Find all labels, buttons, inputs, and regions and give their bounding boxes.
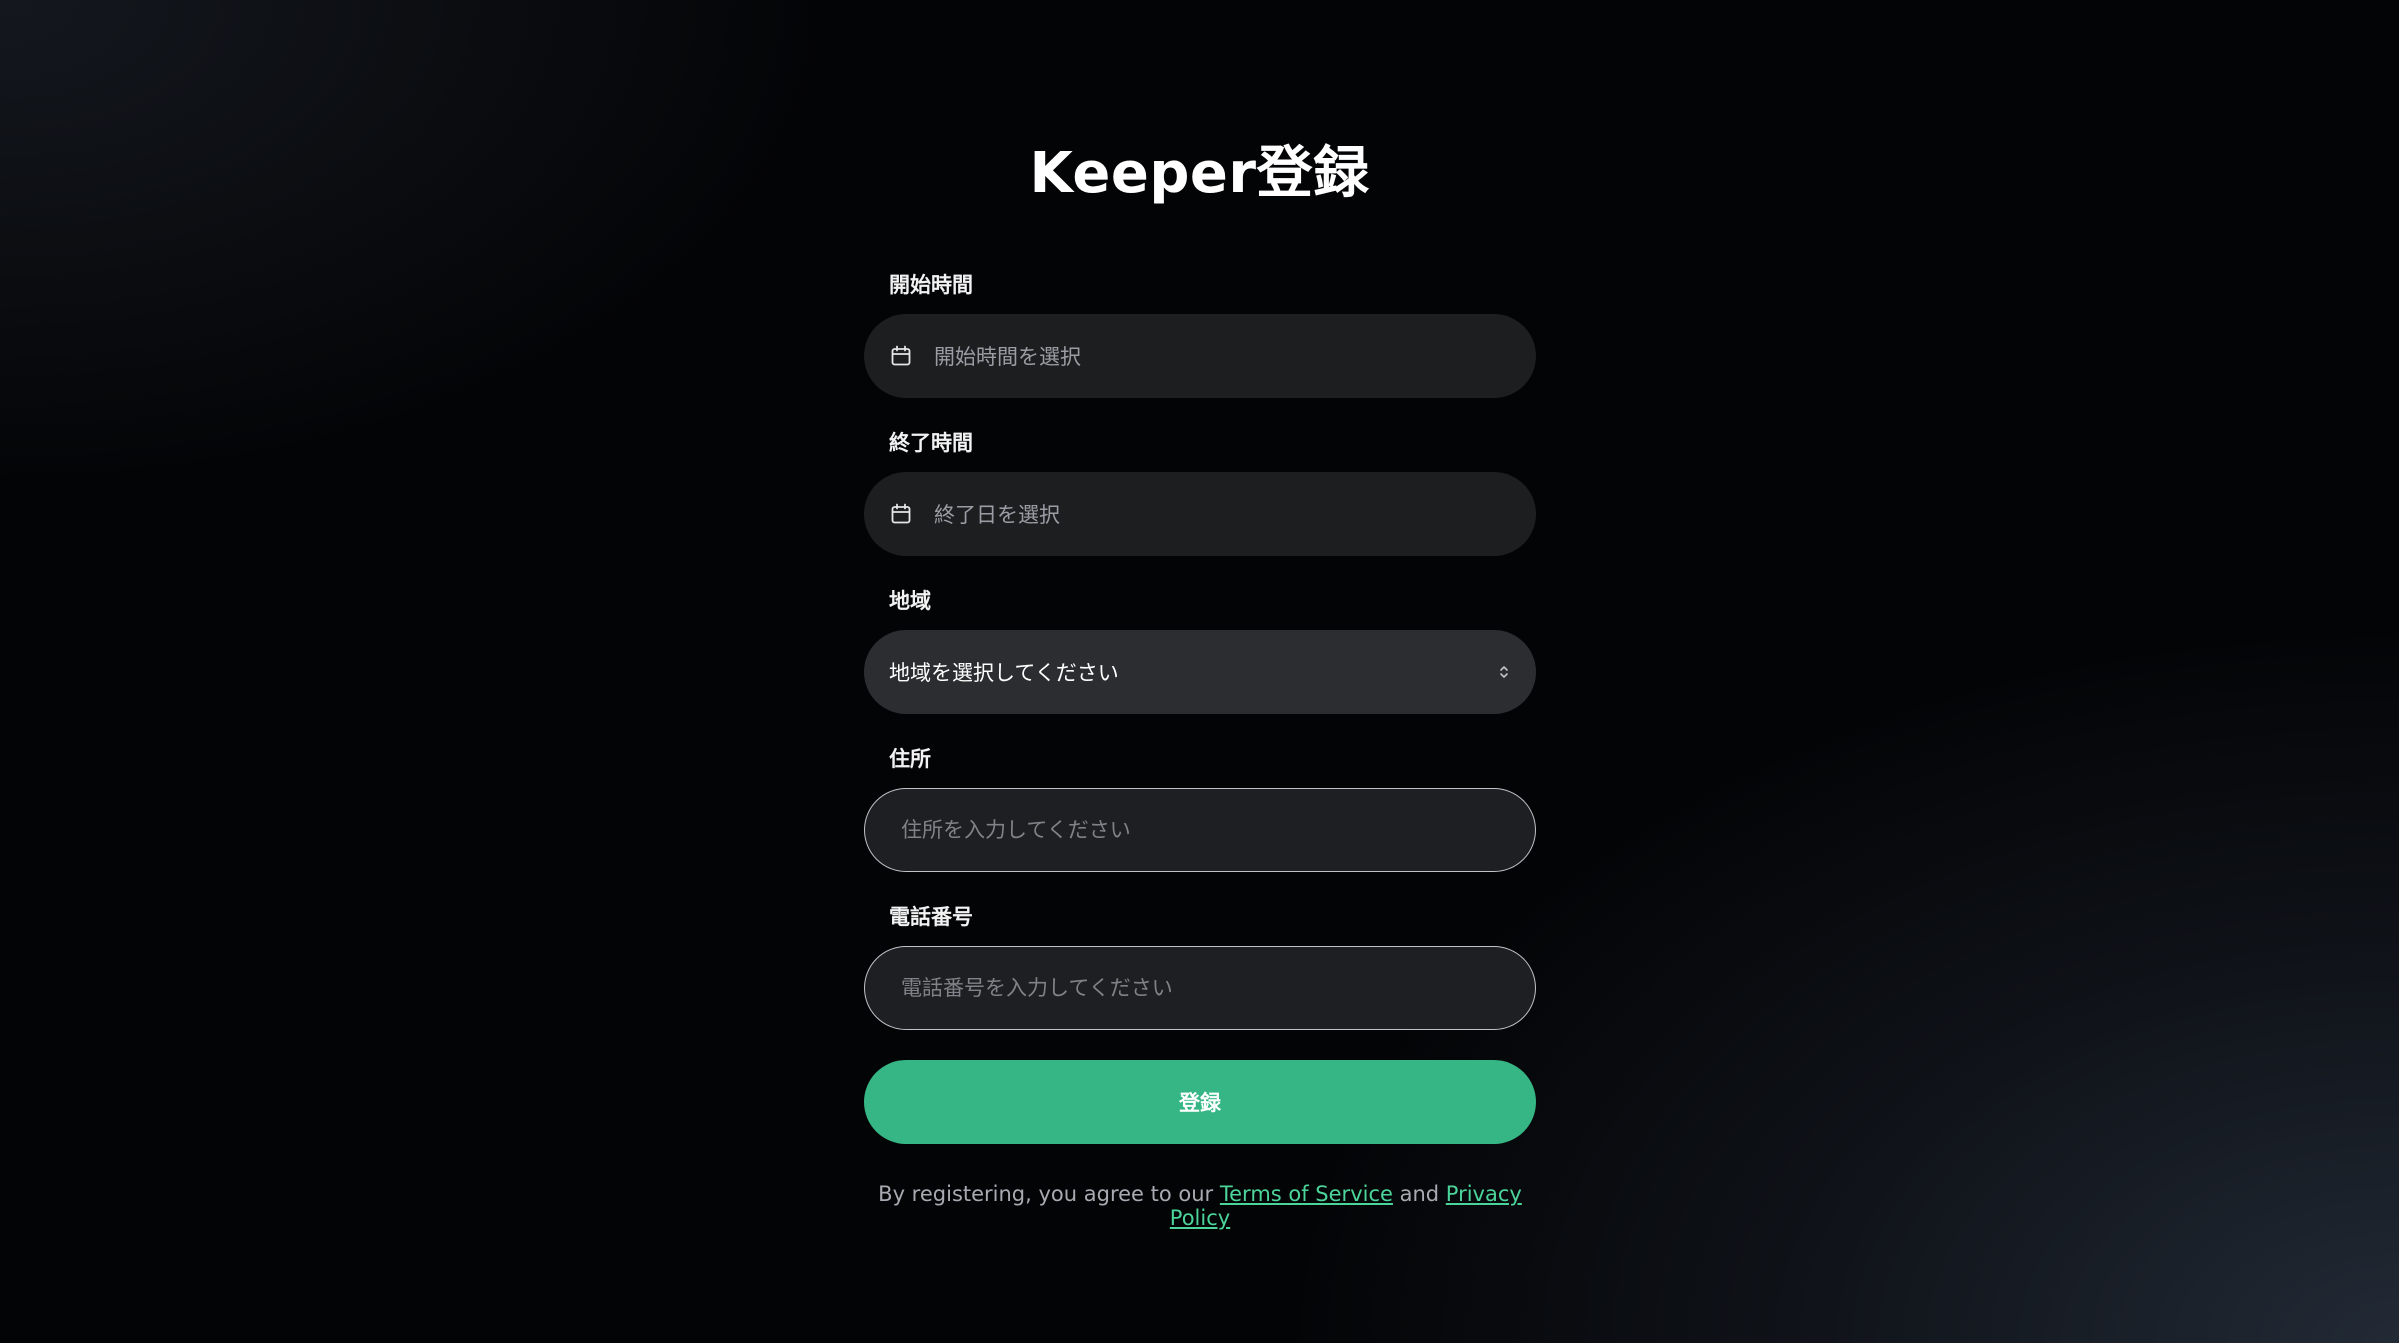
start-time-placeholder: 開始時間を選択: [934, 345, 1081, 369]
phone-label: 電話番号: [889, 905, 973, 929]
phone-field-wrapper: [864, 946, 1536, 1030]
end-time-label: 終了時間: [889, 431, 973, 455]
address-field-wrapper: [864, 788, 1536, 872]
start-time-label: 開始時間: [889, 273, 973, 297]
page-title: Keeper登録: [1029, 141, 1370, 206]
start-time-picker[interactable]: 開始時間を選択: [864, 314, 1536, 398]
registration-form: 開始時間 開始時間を選択 終了時間 終了日を選択 地域 地域を選択してください …: [864, 270, 1536, 1230]
address-input[interactable]: [901, 818, 1535, 842]
phone-input[interactable]: [901, 976, 1535, 1000]
calendar-icon: [890, 345, 912, 367]
legal-conjunction: and: [1392, 1182, 1446, 1206]
chevron-updown-icon: [1498, 663, 1510, 681]
legal-notice: By registering, you agree to our Terms o…: [864, 1182, 1536, 1230]
terms-of-service-link[interactable]: Terms of Service: [1220, 1182, 1393, 1206]
region-select[interactable]: 地域を選択してください: [864, 630, 1536, 714]
legal-prefix: By registering, you agree to our: [878, 1182, 1220, 1206]
start-time-group: 開始時間 開始時間を選択: [864, 270, 1536, 398]
end-time-placeholder: 終了日を選択: [934, 503, 1060, 527]
calendar-icon: [890, 503, 912, 525]
region-selected-value: 地域を選択してください: [889, 661, 1119, 685]
region-label: 地域: [889, 589, 931, 613]
end-time-group: 終了時間 終了日を選択: [864, 428, 1536, 556]
phone-group: 電話番号: [864, 902, 1536, 1030]
region-group: 地域 地域を選択してください: [864, 586, 1536, 714]
address-label: 住所: [889, 747, 931, 771]
end-time-picker[interactable]: 終了日を選択: [864, 472, 1536, 556]
address-group: 住所: [864, 744, 1536, 872]
register-button[interactable]: 登録: [864, 1060, 1536, 1144]
